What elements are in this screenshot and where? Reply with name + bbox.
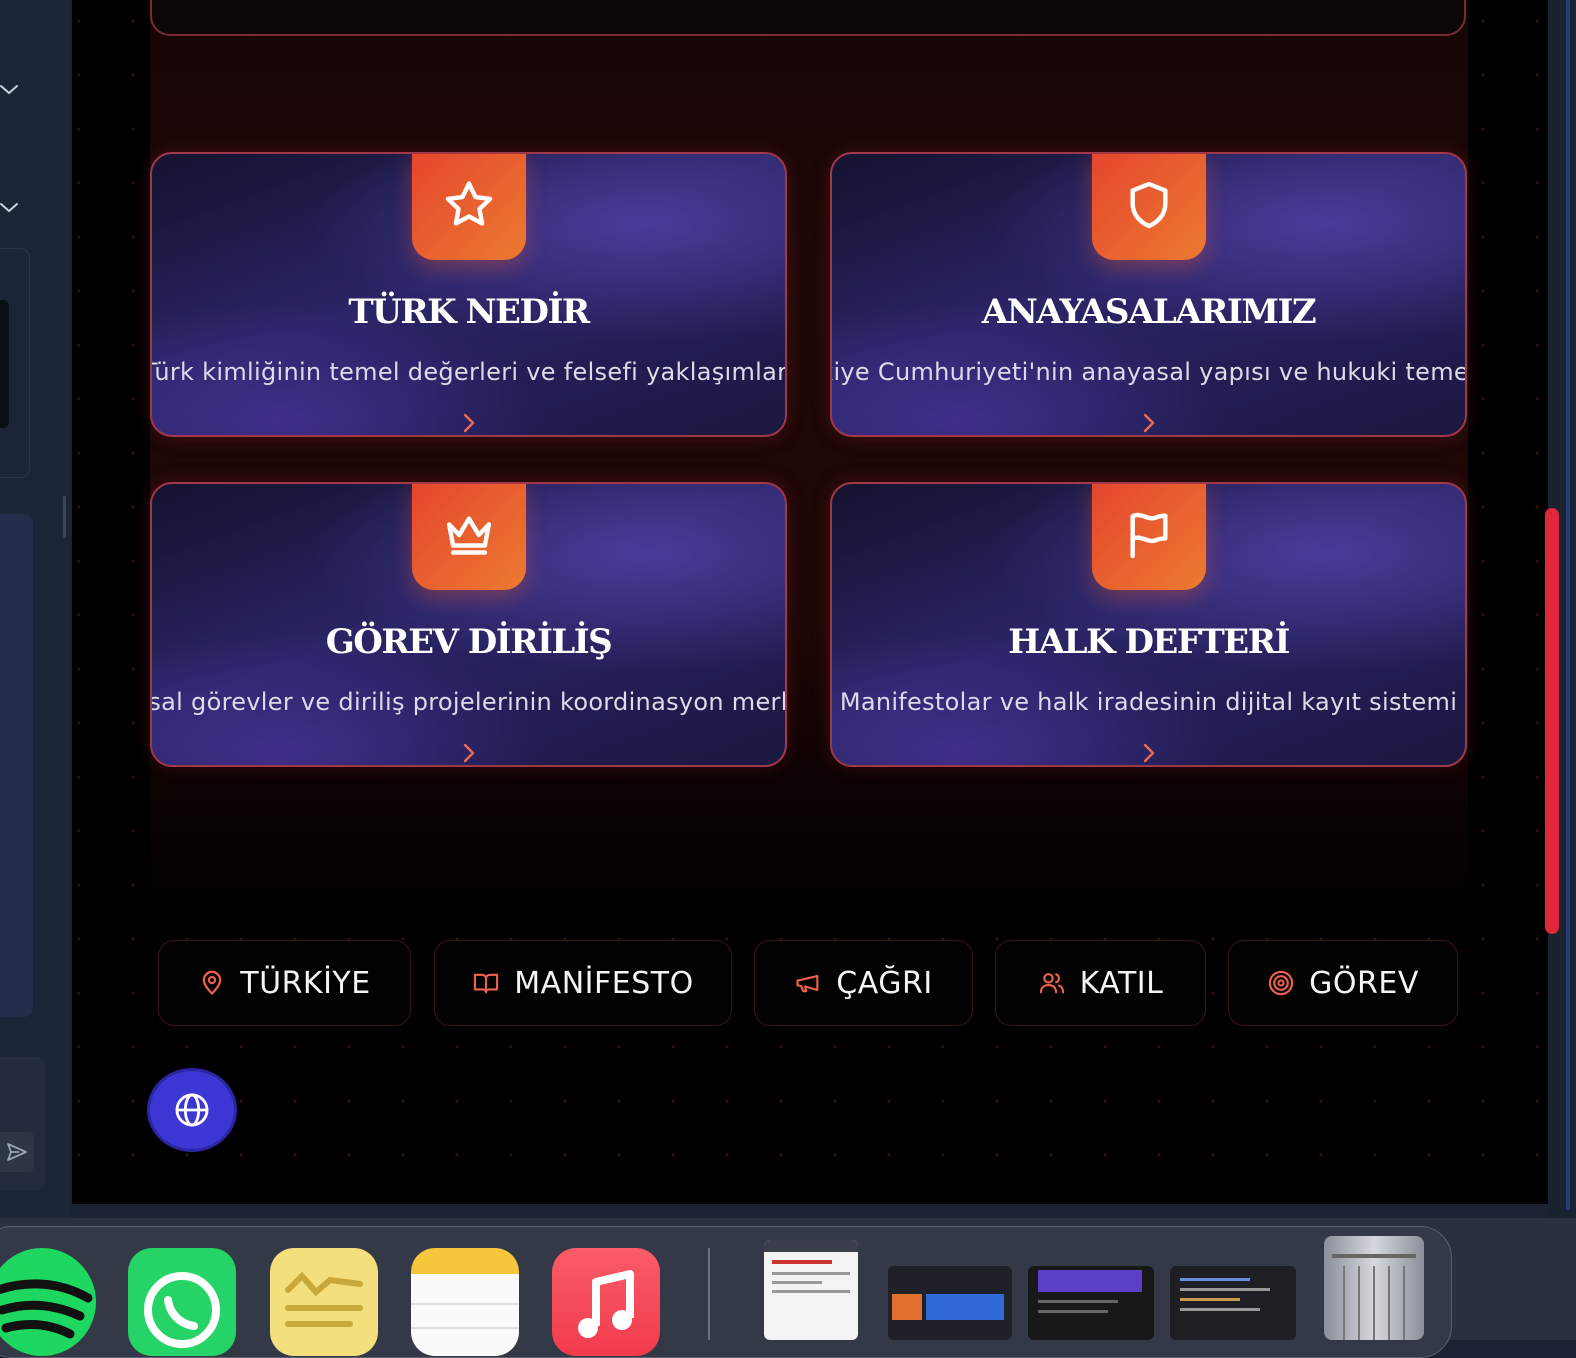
chevron-down-icon[interactable] — [0, 198, 20, 218]
card-gorev-dirilis[interactable]: GÖREV DİRİLİŞ Ulusal görevler ve diriliş… — [150, 482, 787, 767]
nav-button-katil[interactable]: KATIL — [995, 940, 1206, 1026]
nav-button-gorev[interactable]: GÖREV — [1228, 940, 1458, 1026]
top-card — [150, 0, 1466, 36]
users-icon — [1039, 973, 1064, 994]
card-icon-badge — [411, 484, 526, 590]
card-title: GÖREV DİRİLİŞ — [325, 622, 613, 662]
spotify-window-thumbnail[interactable] — [1028, 1266, 1154, 1340]
nav-button-label: KATIL — [1079, 965, 1164, 1001]
shield-icon — [1129, 181, 1168, 229]
globe-icon — [175, 1093, 209, 1127]
card-turk-nedir[interactable]: TÜRK NEDİR Türk kimliğinin temel değerle… — [150, 152, 787, 437]
trash-icon[interactable] — [1324, 1236, 1424, 1340]
send-icon — [7, 1143, 27, 1161]
left-sidebar — [0, 0, 70, 1218]
nav-button-turkiye[interactable]: TÜRKİYE — [158, 940, 411, 1026]
resize-handle[interactable] — [63, 496, 66, 538]
card-title: ANAYASALARIMIZ — [981, 292, 1317, 332]
card-anayasalarimiz[interactable]: ANAYASALARIMIZ Türkiye Cumhuriyeti'nin a… — [830, 152, 1467, 437]
app-window-thumbnail[interactable] — [888, 1266, 1012, 1340]
code-editor-thumbnail[interactable] — [1170, 1266, 1296, 1340]
flag-icon — [1129, 512, 1168, 559]
card-title: HALK DEFTERİ — [1008, 622, 1290, 662]
chevron-right-icon[interactable] — [1141, 742, 1157, 764]
window-edge — [1566, 0, 1570, 1210]
card-icon-badge — [411, 154, 526, 260]
send-button[interactable] — [0, 1132, 34, 1172]
card-halk-defteri[interactable]: HALK DEFTERİ Manifestolar ve halk irades… — [830, 482, 1467, 767]
crown-icon — [446, 516, 491, 555]
sidebar-preview — [0, 300, 9, 428]
card-title: TÜRK NEDİR — [348, 292, 590, 332]
map-pin-icon — [203, 970, 222, 996]
chevron-right-icon[interactable] — [461, 412, 477, 434]
card-description: Türkiye Cumhuriyeti'nin anayasal yapısı … — [832, 358, 1467, 386]
card-icon-badge — [1091, 154, 1206, 260]
nav-button-cagri[interactable]: ÇAĞRI — [754, 940, 973, 1026]
book-open-icon — [474, 973, 499, 994]
target-icon — [1269, 970, 1294, 996]
chevron-right-icon[interactable] — [461, 742, 477, 764]
browser-window-thumbnail[interactable] — [764, 1240, 858, 1340]
scrollbar-thumb[interactable] — [1545, 508, 1559, 934]
megaphone-icon — [796, 974, 819, 993]
star-icon — [445, 181, 492, 226]
dock-separator — [708, 1248, 710, 1340]
nav-button-label: TÜRKİYE — [240, 965, 371, 1001]
nav-button-label: MANİFESTO — [514, 965, 694, 1001]
chevron-right-icon[interactable] — [1141, 412, 1157, 434]
sidebar-content-panel — [0, 514, 33, 1017]
nav-button-manifesto[interactable]: MANİFESTO — [434, 940, 732, 1026]
card-description: Manifestolar ve halk iradesinin dijital … — [839, 688, 1458, 716]
card-description: Ulusal görevler ve diriliş projelerinin … — [150, 688, 785, 716]
language-button[interactable] — [150, 1071, 234, 1149]
nav-button-label: GÖREV — [1309, 965, 1419, 1001]
card-description: Türk kimliğinin temel değerleri ve felse… — [150, 358, 787, 386]
chevron-down-icon[interactable] — [0, 80, 20, 100]
nav-button-label: ÇAĞRI — [836, 965, 933, 1001]
card-icon-badge — [1091, 484, 1206, 590]
